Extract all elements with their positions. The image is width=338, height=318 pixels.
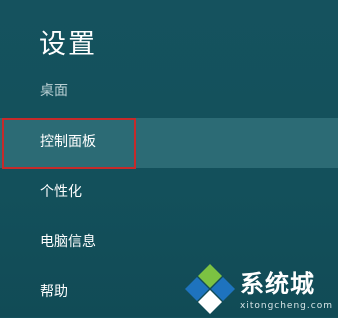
watermark: 系统城 xitongcheng.com [184, 262, 338, 317]
watermark-logo-icon [185, 264, 235, 314]
menu-item-label: 电脑信息 [40, 234, 96, 250]
menu-item-label: 个性化 [40, 184, 82, 200]
menu-item-label: 控制面板 [40, 134, 96, 150]
panel-title: 设置 [39, 29, 97, 60]
menu-item-control-panel[interactable]: 控制面板 [0, 118, 338, 168]
menu-item-label: 帮助 [40, 284, 68, 300]
watermark-brand-text: 系统城 [240, 270, 315, 298]
settings-charm-panel: 设置 桌面 控制面板 个性化 电脑信息 帮助 系统城 xitongcheng.c… [0, 0, 338, 317]
menu-item-personalization[interactable]: 个性化 [0, 168, 338, 218]
panel-context-label: 桌面 [40, 83, 68, 99]
menu-item-pc-info[interactable]: 电脑信息 [0, 218, 338, 268]
watermark-url: xitongcheng.com [240, 301, 333, 311]
